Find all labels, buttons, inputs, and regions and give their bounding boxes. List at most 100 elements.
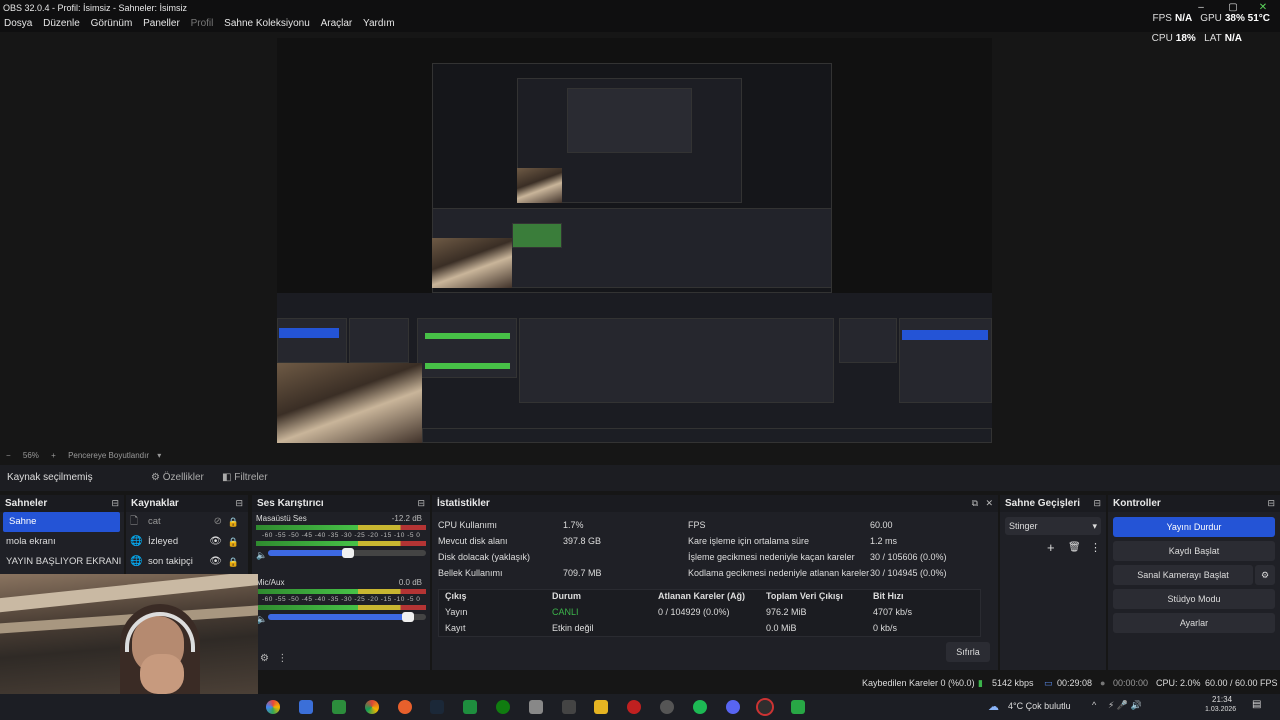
menu-tools[interactable]: Araçlar	[317, 16, 357, 32]
sources-title: Kaynaklar ⊟	[126, 495, 248, 512]
controls-title: Kontroller ⊟	[1108, 495, 1280, 512]
stat-fps-label: FPS	[688, 520, 706, 530]
gear-icon: ⚙	[1260, 570, 1270, 580]
start-recording-button[interactable]: Kaydı Başlat	[1113, 541, 1275, 561]
perf-overlay-top: FPS N/A GPU 38% 51°C	[1152, 13, 1270, 24]
chrome-icon[interactable]	[365, 700, 379, 714]
filters-button[interactable]: ◧ Filtreler	[222, 465, 268, 491]
obs-window: OBS 32.0.4 - Profil: İsimsiz - Sahneler:…	[0, 0, 1280, 720]
chevron-down-icon[interactable]: ▾	[157, 451, 161, 460]
eye-icon[interactable]: 👁	[209, 552, 222, 572]
scene-item-mola[interactable]: mola ekranı	[0, 532, 124, 552]
more-icon[interactable]: ⋮	[277, 653, 287, 664]
source-item-izleyed[interactable]: 🌐 İzleyed 👁 🔒	[126, 532, 248, 552]
volume-slider-knob[interactable]	[342, 548, 355, 558]
reset-stats-button[interactable]: Sıfırla	[946, 642, 990, 662]
settings-button[interactable]: Ayarlar	[1113, 613, 1275, 633]
more-icon[interactable]: ⋮	[1090, 541, 1101, 554]
volume-slider[interactable]	[268, 612, 426, 622]
tool-icon[interactable]	[529, 700, 543, 714]
browser-icon[interactable]	[398, 700, 412, 714]
globe-icon: 🌐	[130, 556, 143, 567]
eye-hidden-icon[interactable]: ⊘	[214, 512, 222, 532]
game-app-icon[interactable]	[332, 700, 346, 714]
scene-item-yayin-basliyor[interactable]: YAYIN BAŞLIYOR EKRANI	[0, 552, 124, 572]
studio-mode-button[interactable]: Stüdyo Modu	[1113, 589, 1275, 609]
mixer-channel-mic: Mic/Aux 0.0 dB -60 -55 -50 -45 -40 -35 -3…	[252, 576, 430, 634]
menu-edit[interactable]: Düzenle	[39, 16, 84, 32]
speaker-icon[interactable]: 🔈	[256, 550, 267, 561]
stop-stream-button[interactable]: Yayını Durdur	[1113, 517, 1275, 537]
menu-help[interactable]: Yardım	[359, 16, 399, 32]
steam-icon[interactable]	[430, 700, 444, 714]
undock-icon[interactable]: ⧉	[972, 495, 978, 512]
spotify-icon[interactable]	[693, 700, 707, 714]
zoom-out-button[interactable]: −	[6, 451, 11, 460]
virtual-camera-settings-button[interactable]: ⚙	[1255, 565, 1275, 585]
play-icon[interactable]	[463, 700, 477, 714]
dock-menu-icon[interactable]: ⊟	[1093, 495, 1101, 512]
zoom-bar: − 56% + Pencereye Boyutlandır ▾	[0, 449, 1280, 463]
lock-icon[interactable]: 🔒	[228, 532, 239, 552]
table-header: Bit Hızı	[873, 591, 904, 601]
dock-menu-icon[interactable]: ⊟	[417, 495, 425, 512]
clock-date[interactable]: 1.03.2026	[1205, 706, 1236, 713]
obs-icon[interactable]	[756, 698, 774, 716]
stat-render-value: 1.2 ms	[870, 536, 898, 546]
volume-slider[interactable]	[268, 548, 426, 558]
windows-icon[interactable]	[266, 700, 280, 714]
dock-menu-icon[interactable]: ⊟	[235, 495, 243, 512]
menu-scene-collection[interactable]: Sahne Koleksiyonu	[220, 16, 314, 32]
transition-select[interactable]: Stinger ▾	[1005, 517, 1101, 535]
properties-button[interactable]: ⚙ Özellikler	[151, 465, 204, 491]
stat-encode-lag-label: Kodlama gecikmesi nedeniyle atlanan kare…	[688, 568, 870, 578]
eye-icon[interactable]: 👁	[209, 532, 222, 552]
trash-icon[interactable]: 🗑	[1068, 542, 1081, 553]
source-item-cat[interactable]: 🗋 cat ⊘ 🔒	[126, 512, 248, 532]
zoom-in-button[interactable]: +	[51, 451, 56, 460]
volume-meter	[256, 589, 426, 594]
record-icon: ●	[1100, 678, 1106, 688]
tray-chevron-icon[interactable]: ^	[1092, 700, 1096, 710]
dock-menu-icon[interactable]: ⊟	[111, 495, 119, 512]
stats-title: İstatistikler ⧉ ✕	[432, 495, 998, 512]
weather-text[interactable]: 4°C Çok bulutlu	[1008, 701, 1071, 711]
menu-profile[interactable]: Profil	[187, 16, 218, 32]
source-toolbar: Kaynak seçilmemiş ⚙ Özellikler ◧ Filtrel…	[0, 465, 1280, 491]
table-header: Durum	[552, 591, 581, 601]
notification-icon[interactable]: ▤	[1252, 699, 1261, 710]
folder-icon[interactable]	[594, 700, 608, 714]
terminal-icon[interactable]	[562, 700, 576, 714]
dock-menu-icon[interactable]: ⊟	[1267, 495, 1275, 512]
start-virtual-camera-button[interactable]: Sanal Kamerayı Başlat	[1113, 565, 1253, 585]
mixer-settings-icon[interactable]: ⚙	[260, 653, 269, 664]
clock-time[interactable]: 21:34	[1212, 695, 1232, 704]
menu-file[interactable]: Dosya	[0, 16, 36, 32]
window-title: OBS 32.0.4 - Profil: İsimsiz - Sahneler:…	[3, 3, 188, 13]
lock-icon[interactable]: 🔒	[228, 552, 239, 572]
opera-icon[interactable]	[627, 700, 641, 714]
mixer-channel-desktop: Masaüstü Ses -12.2 dB -60 -55 -50 -45 -40…	[252, 512, 430, 570]
source-item-son-takipci[interactable]: 🌐 son takipçi 👁 🔒	[126, 552, 248, 572]
preview-recursive-docks	[277, 293, 992, 443]
menu-view[interactable]: Görünüm	[87, 16, 137, 32]
lock-icon[interactable]: 🔒	[228, 512, 239, 532]
scene-item-sahne[interactable]: Sahne	[3, 512, 120, 532]
close-icon[interactable]: ✕	[985, 495, 993, 512]
discord-icon[interactable]	[726, 700, 740, 714]
xbox-icon[interactable]	[496, 700, 510, 714]
add-icon[interactable]: +	[1047, 540, 1055, 555]
stat-cpu-label: CPU Kullanımı	[438, 520, 498, 530]
volume-meter	[256, 541, 426, 546]
calendar-app-icon[interactable]	[299, 700, 313, 714]
menu-docks[interactable]: Paneller	[139, 16, 184, 32]
fit-window-button[interactable]: Pencereye Boyutlandır	[68, 451, 149, 460]
stat-encode-lag-value: 30 / 104945 (0.0%)	[870, 568, 947, 578]
volume-slider-knob[interactable]	[402, 612, 414, 622]
media-icon[interactable]	[791, 700, 805, 714]
program-preview[interactable]	[277, 38, 992, 443]
gear-icon: ⚙	[151, 472, 160, 483]
app-icon[interactable]	[660, 700, 674, 714]
volume-slider-fill	[268, 614, 414, 620]
tray-icons[interactable]: ⚡ 🎤 🔊	[1108, 700, 1142, 711]
